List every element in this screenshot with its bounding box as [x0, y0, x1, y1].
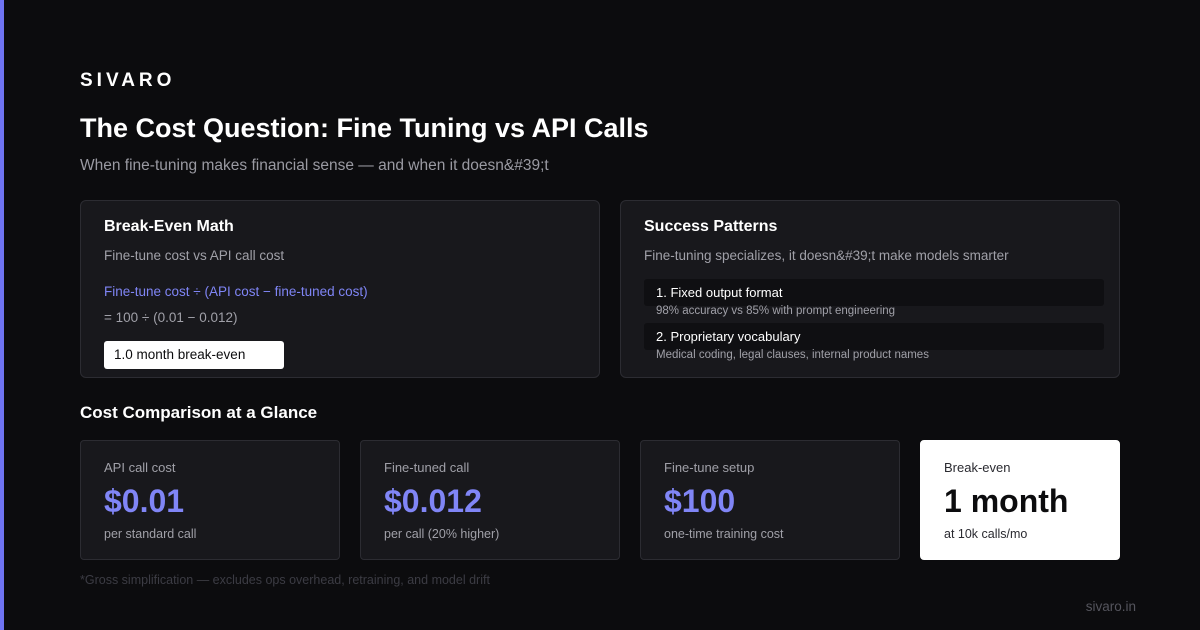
page-title: The Cost Question: Fine Tuning vs API Ca…	[80, 113, 649, 143]
api-cost-card: API call cost $0.01 per standard call	[80, 440, 340, 560]
card-value: $0.012	[384, 483, 482, 519]
pattern-detail: 98% accuracy vs 85% with prompt engineer…	[656, 305, 896, 317]
pattern-item: 2. Proprietary vocabulary Medical coding…	[644, 323, 1104, 361]
card-value: 1 month	[944, 483, 1069, 519]
card-note: per call (20% higher)	[384, 527, 500, 541]
card-note: one-time training cost	[664, 527, 784, 541]
success-patterns-title: Success Patterns	[644, 218, 778, 235]
accent-bar	[0, 0, 4, 630]
comparison-title: Cost Comparison at a Glance	[80, 403, 318, 422]
success-patterns-description: Fine-tuning specializes, it doesn&#39;t …	[644, 248, 1009, 263]
card-value: $100	[664, 483, 736, 519]
site-url: sivaro.in	[1085, 599, 1136, 614]
break-even-panel: Break-Even Math Fine-tune cost vs API ca…	[80, 200, 600, 378]
footnote: *Gross simplification — excludes ops ove…	[80, 573, 490, 587]
card-note: at 10k calls/mo	[944, 527, 1028, 541]
card-note: per standard call	[104, 527, 197, 541]
card-label: Break-even	[944, 460, 1011, 475]
card-label: Fine-tuned call	[384, 460, 470, 475]
page-subtitle: When fine-tuning makes financial sense —…	[80, 157, 549, 174]
break-even-card: Break-even 1 month at 10k calls/mo	[920, 440, 1120, 560]
card-label: Fine-tune setup	[664, 460, 755, 475]
pattern-detail: Medical coding, legal clauses, internal …	[656, 349, 929, 361]
break-even-title: Break-Even Math	[104, 218, 234, 235]
break-even-result: 1.0 month break-even	[104, 341, 284, 369]
setup-cost-card: Fine-tune setup $100 one-time training c…	[640, 440, 900, 560]
pattern-item: 1. Fixed output format 98% accuracy vs 8…	[644, 279, 1104, 317]
pattern-label: 2. Proprietary vocabulary	[656, 329, 801, 344]
brand-logo: SIVARO	[80, 70, 176, 91]
fine-tuned-cost-card: Fine-tuned call $0.012 per call (20% hig…	[360, 440, 620, 560]
break-even-formula: Fine-tune cost ÷ (API cost − fine-tuned …	[104, 284, 368, 299]
card-label: API call cost	[104, 460, 176, 475]
card-value: $0.01	[104, 483, 185, 519]
success-patterns-panel: Success Patterns Fine-tuning specializes…	[620, 200, 1120, 378]
pattern-label: 1. Fixed output format	[656, 285, 783, 300]
break-even-description: Fine-tune cost vs API call cost	[104, 248, 285, 263]
break-even-calculation: = 100 ÷ (0.01 − 0.012)	[104, 310, 238, 325]
